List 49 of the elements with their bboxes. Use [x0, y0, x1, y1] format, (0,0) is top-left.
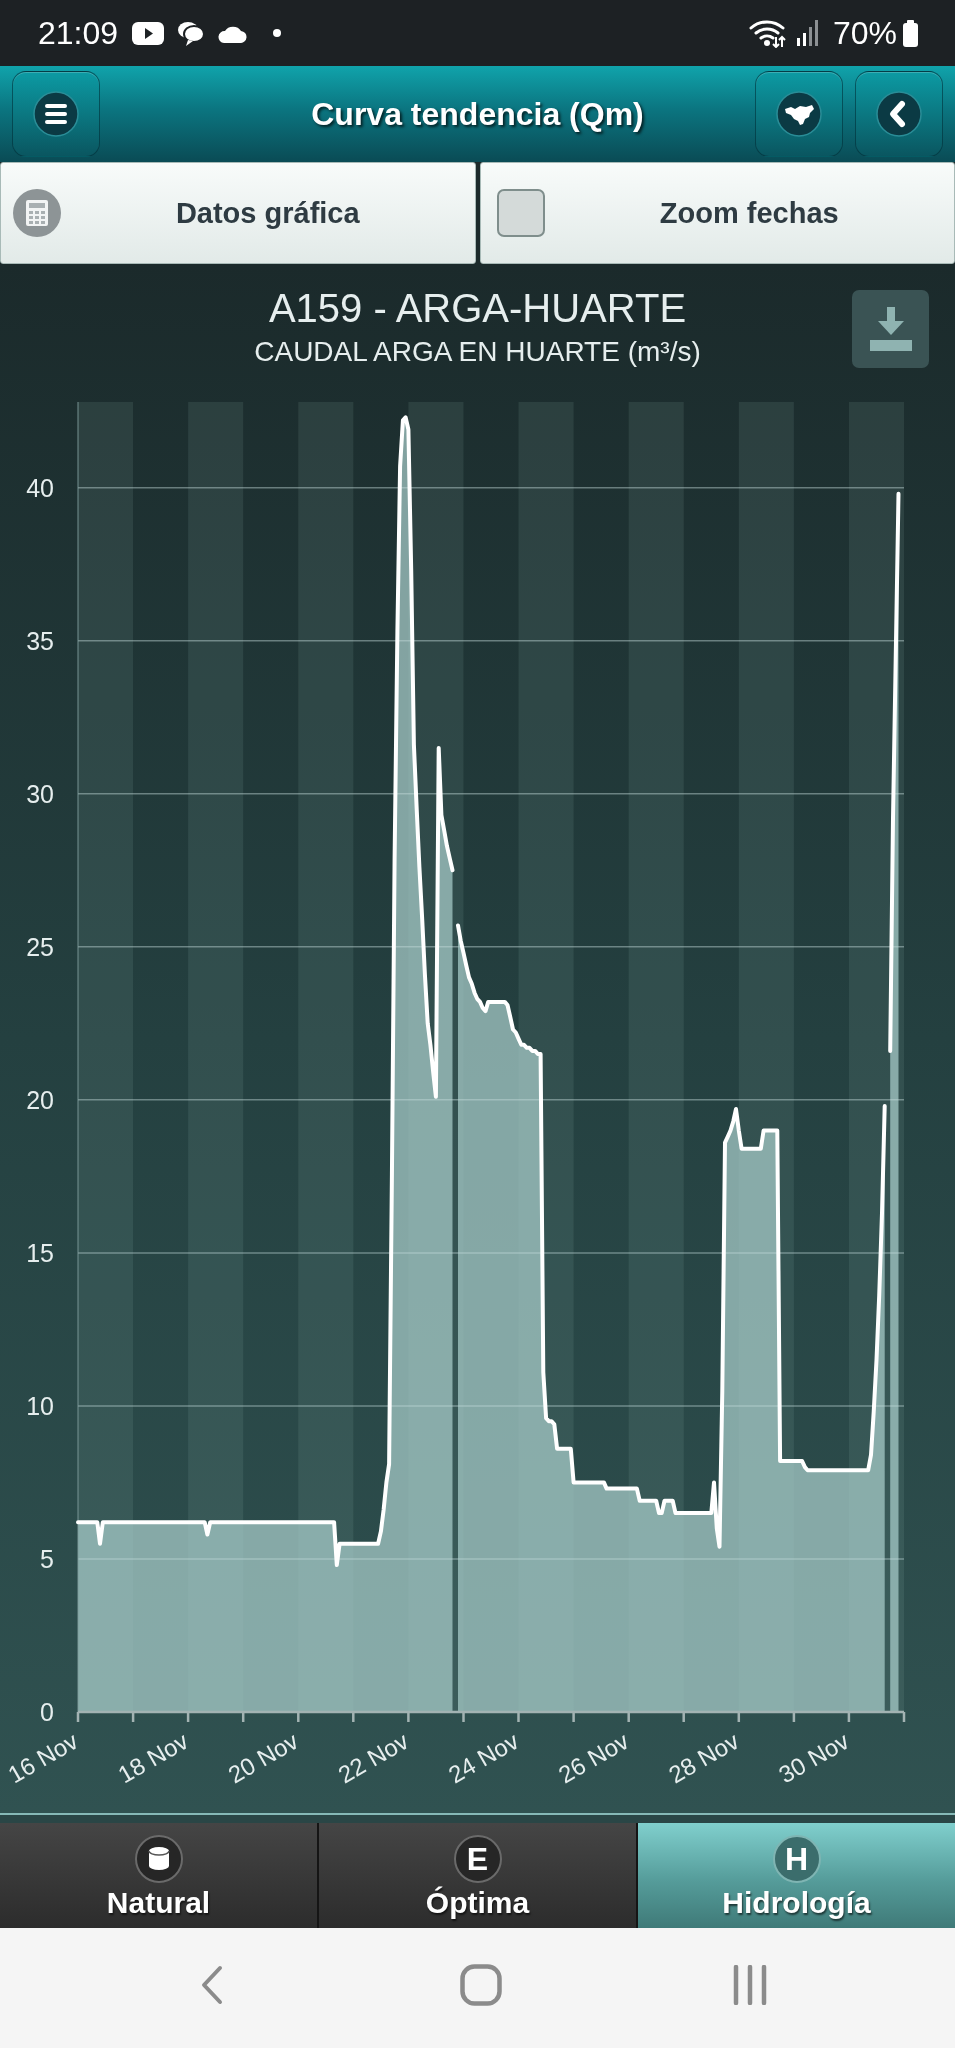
bottom-tab[interactable]: E Óptima	[319, 1823, 638, 1928]
bottom-tab[interactable]: Natural	[0, 1823, 319, 1928]
y-axis-label: 30	[26, 779, 54, 808]
x-axis-label: 26 Nov	[553, 1726, 634, 1789]
recent-apps-icon[interactable]	[732, 1965, 768, 2005]
bottom-tab[interactable]: H Hidrología	[638, 1823, 955, 1928]
y-axis-label: 20	[26, 1085, 54, 1114]
status-time: 21:09	[38, 14, 119, 52]
checkbox[interactable]	[496, 189, 545, 237]
x-axis-label: 20 Nov	[223, 1726, 303, 1789]
x-axis-label: 30 Nov	[774, 1726, 854, 1789]
y-axis-label: 0	[40, 1698, 54, 1726]
chart-data-button[interactable]: Datos gráfica	[0, 162, 476, 264]
x-axis-label: 18 Nov	[113, 1726, 193, 1789]
menu-icon	[33, 91, 79, 137]
x-axis-label: 24 Nov	[443, 1726, 524, 1789]
y-axis-label: 10	[26, 1391, 54, 1420]
signal-icon	[796, 20, 819, 46]
chat-bubbles-icon	[177, 20, 206, 46]
x-axis-label: 22 Nov	[333, 1726, 413, 1789]
wifi-icon	[748, 18, 787, 48]
y-axis-label: 5	[40, 1544, 54, 1573]
download-icon	[869, 307, 912, 351]
notification-dot-icon	[273, 29, 282, 37]
map-icon	[776, 91, 822, 137]
chevron-left-icon	[876, 91, 922, 137]
letter-badge: H	[772, 1835, 821, 1883]
zoom-toggle-button[interactable]: Zoom fechas	[479, 162, 955, 264]
chart-title: A159 - ARGA-HUARTE	[267, 286, 688, 330]
download-button[interactable]	[852, 290, 929, 368]
back-button[interactable]	[855, 71, 943, 157]
battery-icon	[903, 19, 918, 47]
menu-button[interactable]	[12, 71, 100, 157]
video-play-icon	[132, 21, 165, 45]
y-axis-label: 25	[26, 932, 54, 961]
x-axis-label: 28 Nov	[663, 1726, 744, 1789]
cylinder-icon	[134, 1835, 183, 1883]
battery-percent: 70%	[832, 14, 897, 52]
screen-title: Curva tendencia (Qm)	[311, 95, 644, 133]
y-axis-label: 15	[26, 1238, 54, 1267]
back-icon[interactable]	[200, 1965, 224, 2005]
y-axis-label: 40	[26, 473, 54, 502]
calculator-icon	[13, 189, 61, 237]
x-axis-label: 16 Nov	[3, 1726, 83, 1789]
chart-subtitle: CAUDAL ARGA EN HUARTE (m³/s)	[254, 336, 701, 368]
map-button[interactable]	[755, 71, 843, 157]
y-axis-label: 35	[26, 626, 54, 655]
letter-badge: E	[453, 1835, 502, 1883]
home-icon[interactable]	[460, 1964, 502, 2006]
